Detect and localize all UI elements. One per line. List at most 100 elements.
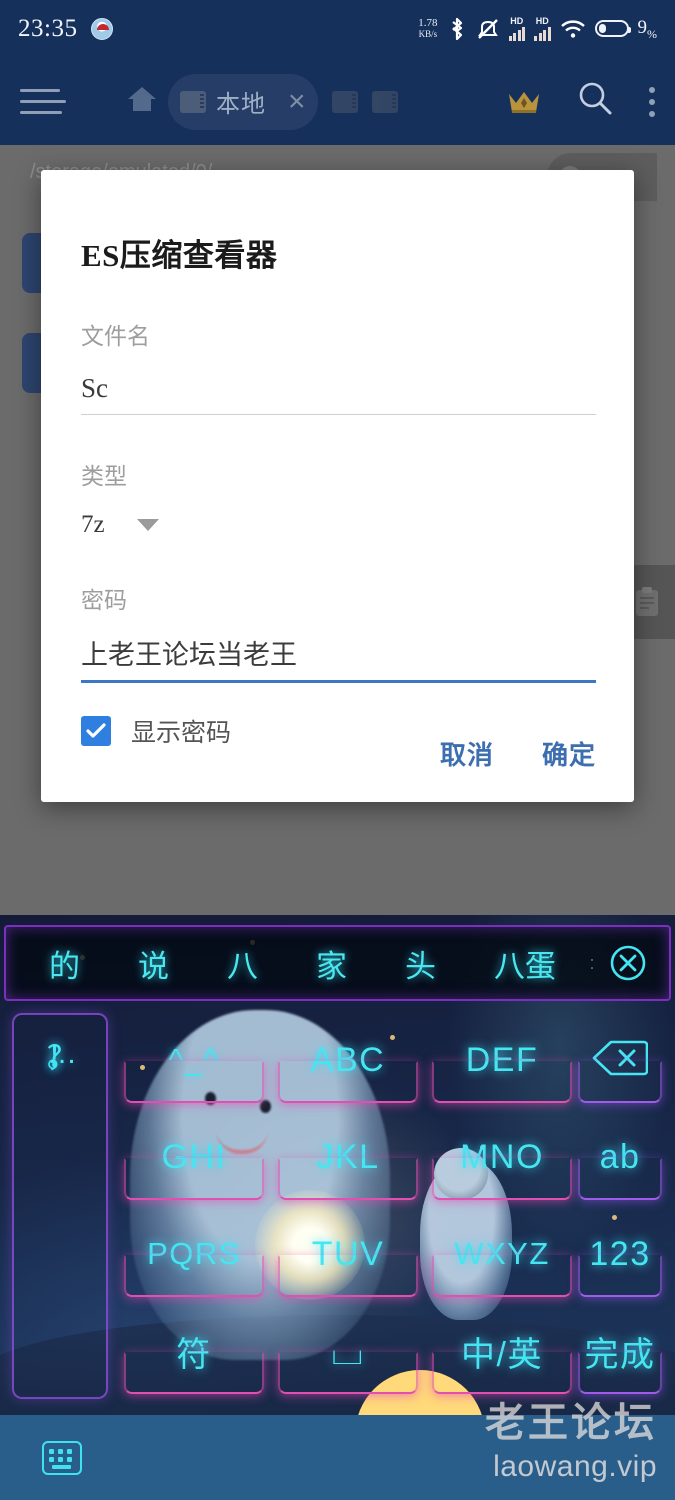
type-field-group: 类型 7z [81, 457, 594, 539]
key-label: 符 [176, 1335, 212, 1374]
key-emoticon[interactable]: ^_^ [118, 1013, 270, 1107]
keyboard-bottom-bar: 老王论坛 laowang.vip [0, 1401, 675, 1500]
tab-secondary-2[interactable] [371, 90, 398, 113]
candidate-separator: : [589, 953, 595, 973]
key-label: JKL [316, 1137, 380, 1176]
key-tuv[interactable]: TUV [272, 1207, 424, 1301]
status-bar-icons: 1.78 KB/s HD HD 9% [418, 15, 658, 42]
network-speed-unit: KB/s [418, 28, 438, 39]
key-label: PQRS [147, 1236, 241, 1271]
confirm-button[interactable]: 确定 [542, 735, 596, 772]
status-bar-clock: 23:35 [18, 15, 78, 42]
key-wxyz[interactable]: WXYZ [426, 1207, 578, 1301]
tab-local[interactable]: 本地 × [168, 73, 318, 130]
candidate-item[interactable]: 的 [20, 941, 109, 986]
cancel-button[interactable]: 取消 [440, 735, 494, 772]
backspace-icon [592, 1038, 649, 1083]
key-label: 中/英 [461, 1335, 543, 1374]
compress-dialog: ES压缩查看器 文件名 Sc 类型 7z 密码 上老王论坛当老王 显示密码 取消 [41, 170, 634, 802]
battery-percent-unit: % [647, 26, 657, 41]
key-label: ABC [310, 1040, 386, 1079]
hamburger-menu-icon[interactable] [20, 89, 66, 114]
key-label: 完成 [584, 1335, 656, 1374]
search-icon[interactable] [575, 79, 615, 124]
password-input[interactable]: 上老王论坛当老王 [81, 633, 594, 680]
crown-icon[interactable] [507, 89, 541, 115]
hd-label-2: HD [535, 15, 549, 26]
filename-field-group: 文件名 Sc [81, 317, 596, 415]
type-value: 7z [81, 511, 105, 538]
chevron-down-icon [136, 519, 159, 531]
mute-icon [476, 17, 500, 41]
screen: 23:35 1.78 KB/s HD HD 9% 本地 × ES压缩查看器 文件… [0, 0, 675, 1500]
key-label: WXYZ [454, 1236, 550, 1271]
candidate-item[interactable]: 家 [287, 941, 376, 986]
status-bar: 23:35 1.78 KB/s HD HD 9% [0, 0, 675, 58]
signal-hd-1-icon: HD [508, 15, 525, 41]
key-label: ⌴ [331, 1329, 365, 1373]
key-grid: ， 。 ？ ！ … ^_^ ABC DEF GHI JKL MNO ab PQR… [0, 1011, 675, 1401]
network-speed: 1.78 KB/s [418, 16, 438, 40]
key-done[interactable]: 完成 [572, 1304, 668, 1398]
filename-input[interactable]: Sc [81, 373, 594, 414]
snowman-icon [91, 18, 114, 40]
key-space[interactable]: ⌴ [272, 1304, 424, 1398]
app-toolbar: 本地 × [0, 58, 675, 145]
battery-percent: 9% [638, 17, 658, 42]
key-label: ab [599, 1137, 641, 1176]
toolbar-actions [507, 79, 655, 124]
key-label: DEF [465, 1040, 539, 1079]
punctuation-column: ， 。 ？ ！ … [12, 1013, 108, 1399]
key-123-mode[interactable]: 123 [572, 1207, 668, 1301]
tab-secondary-1[interactable] [331, 90, 358, 113]
key-label: GHI [161, 1137, 227, 1176]
key-label: MNO [460, 1137, 544, 1176]
key-symbols[interactable]: 符 [118, 1304, 270, 1398]
signal-hd-2-icon: HD [534, 15, 551, 41]
candidate-item[interactable]: 八 [198, 941, 287, 986]
type-label: 类型 [81, 464, 127, 489]
key-def[interactable]: DEF [426, 1013, 578, 1107]
key-label: 123 [589, 1234, 651, 1273]
key-language-toggle[interactable]: 中/英 [426, 1304, 578, 1398]
tab-icon [180, 90, 206, 113]
key-abc[interactable]: ABC [272, 1013, 424, 1107]
wifi-icon [560, 19, 586, 39]
candidate-item[interactable]: 八蛋 [465, 941, 585, 986]
overflow-menu-icon[interactable] [649, 86, 655, 117]
key-backspace[interactable] [572, 1013, 668, 1107]
type-select[interactable]: 7z [81, 511, 594, 539]
password-underline [81, 680, 596, 683]
network-speed-value: 1.78 [418, 16, 438, 29]
battery-percent-value: 9 [637, 16, 648, 38]
hd-label: HD [510, 15, 524, 26]
dialog-title: ES压缩查看器 [81, 238, 278, 273]
key-jkl[interactable]: JKL [272, 1110, 424, 1204]
candidate-item[interactable]: 说 [109, 941, 198, 986]
key-ghi[interactable]: GHI [118, 1110, 270, 1204]
password-field-group: 密码 上老王论坛当老王 [81, 581, 596, 683]
key-label: TUV [311, 1234, 385, 1273]
show-password-label: 显示密码 [131, 720, 232, 747]
home-icon[interactable] [126, 84, 158, 119]
key-pqrs[interactable]: PQRS [118, 1207, 270, 1301]
key-ab-mode[interactable]: ab [572, 1110, 668, 1204]
clear-candidates-icon[interactable] [607, 942, 649, 984]
candidate-item[interactable]: 头 [376, 941, 465, 986]
filename-label: 文件名 [81, 324, 150, 349]
filename-underline [81, 414, 596, 415]
virtual-keyboard: 的 说 八 家 头 八蛋 : ， 。 ？ ！ … ^_^ ABC DEF GHI… [0, 915, 675, 1500]
tab-label: 本地 [216, 91, 266, 118]
close-icon[interactable]: × [288, 85, 306, 119]
password-label: 密码 [81, 588, 127, 613]
keyboard-icon[interactable] [42, 1440, 82, 1475]
key-label: ^_^ [168, 1042, 220, 1077]
show-password-checkbox[interactable] [81, 716, 111, 746]
battery-icon [594, 20, 631, 38]
dialog-actions: 取消 确定 [440, 735, 596, 772]
key-ellipsis[interactable]: … [14, 1015, 110, 1092]
bluetooth-icon [447, 17, 467, 41]
key-mno[interactable]: MNO [426, 1110, 578, 1204]
watermark-en: laowang.vip [493, 1450, 657, 1483]
candidate-bar: 的 说 八 家 头 八蛋 : [4, 925, 671, 1001]
